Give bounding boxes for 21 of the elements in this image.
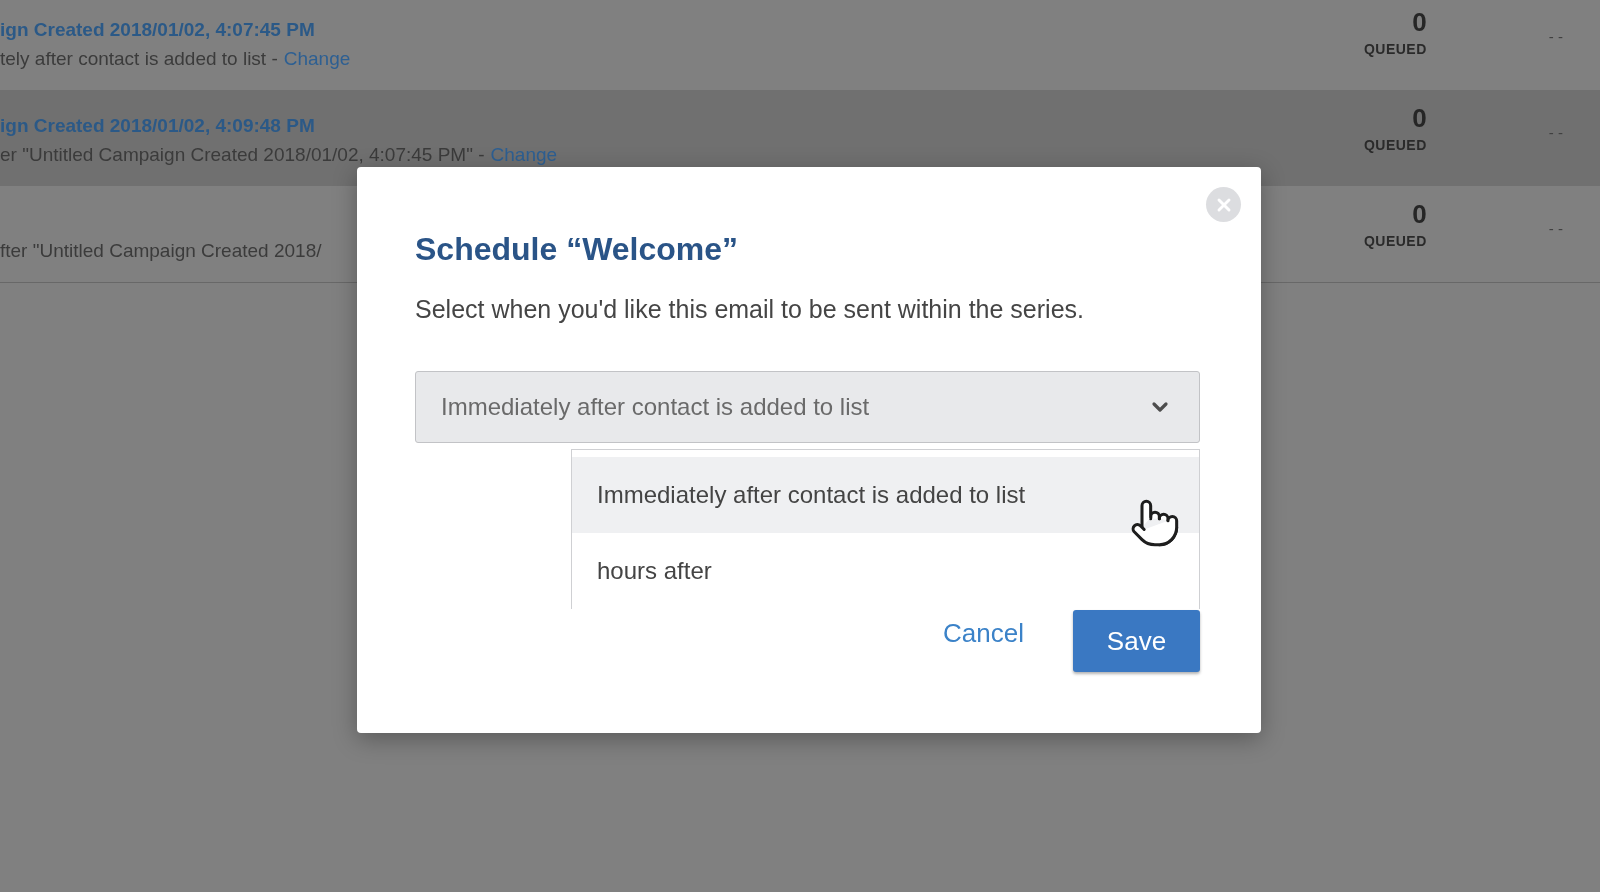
cancel-link[interactable]: Cancel xyxy=(943,618,1024,648)
campaign-title: ign Created 2018/01/02, 4:09:48 PM xyxy=(0,114,315,138)
queued-label: QUEUED xyxy=(1363,40,1427,58)
dropdown-option[interactable]: Immediately after contact is added to list xyxy=(572,457,1199,533)
close-button[interactable] xyxy=(1206,187,1241,222)
hand-cursor-icon xyxy=(1129,497,1181,549)
queued-label: QUEUED xyxy=(1363,232,1427,250)
queued-count: 0 xyxy=(1412,104,1427,132)
save-button[interactable]: Save xyxy=(1073,610,1200,672)
dialog-title: Schedule “Welcome” xyxy=(415,230,740,269)
queued-label: QUEUED xyxy=(1363,136,1427,154)
dialog-description: Select when you'd like this email to be sent within the series. xyxy=(415,294,1085,325)
queued-count: 0 xyxy=(1412,200,1427,228)
empty-value-text: - - xyxy=(1548,27,1563,47)
empty-value-text: - - xyxy=(1548,123,1563,143)
schedule-select[interactable]: Immediately after contact is added to list xyxy=(415,371,1200,443)
campaign-title: ign Created 2018/01/02, 4:07:45 PM xyxy=(0,18,315,42)
schedule-text: tely after contact is added to list - Change xyxy=(0,47,351,71)
schedule-text: fter "Untitled Campaign Created 2018/ xyxy=(0,239,322,263)
queued-count: 0 xyxy=(1412,8,1427,36)
empty-value-text: - - xyxy=(1548,219,1563,239)
